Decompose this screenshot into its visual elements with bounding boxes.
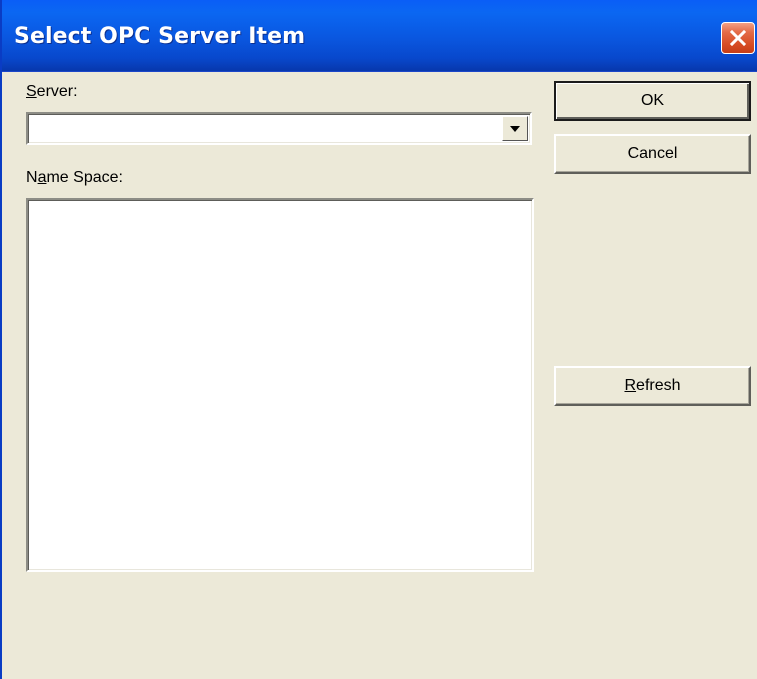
refresh-button-label: Refresh (624, 377, 681, 394)
server-combobox[interactable] (26, 112, 532, 145)
server-dropdown-button[interactable] (502, 116, 528, 141)
window-title: Select OPC Server Item (14, 24, 306, 49)
ok-button[interactable]: OK (554, 81, 751, 121)
refresh-button[interactable]: Refresh (554, 366, 751, 406)
select-opc-server-item-dialog: Select OPC Server Item Server: Name Spac… (0, 0, 757, 679)
name-space-label: Name Space: (26, 169, 123, 186)
close-icon (729, 29, 747, 47)
cancel-button-label: Cancel (627, 145, 678, 162)
name-space-list[interactable] (26, 198, 534, 572)
server-label: Server: (26, 83, 78, 100)
ok-button-label: OK (640, 92, 665, 109)
dialog-content: Server: Name Space: OK Cancel Refresh (4, 72, 757, 679)
title-bar: Select OPC Server Item (2, 0, 757, 72)
close-button[interactable] (721, 22, 755, 54)
cancel-button[interactable]: Cancel (554, 134, 751, 174)
chevron-down-icon (510, 125, 520, 132)
